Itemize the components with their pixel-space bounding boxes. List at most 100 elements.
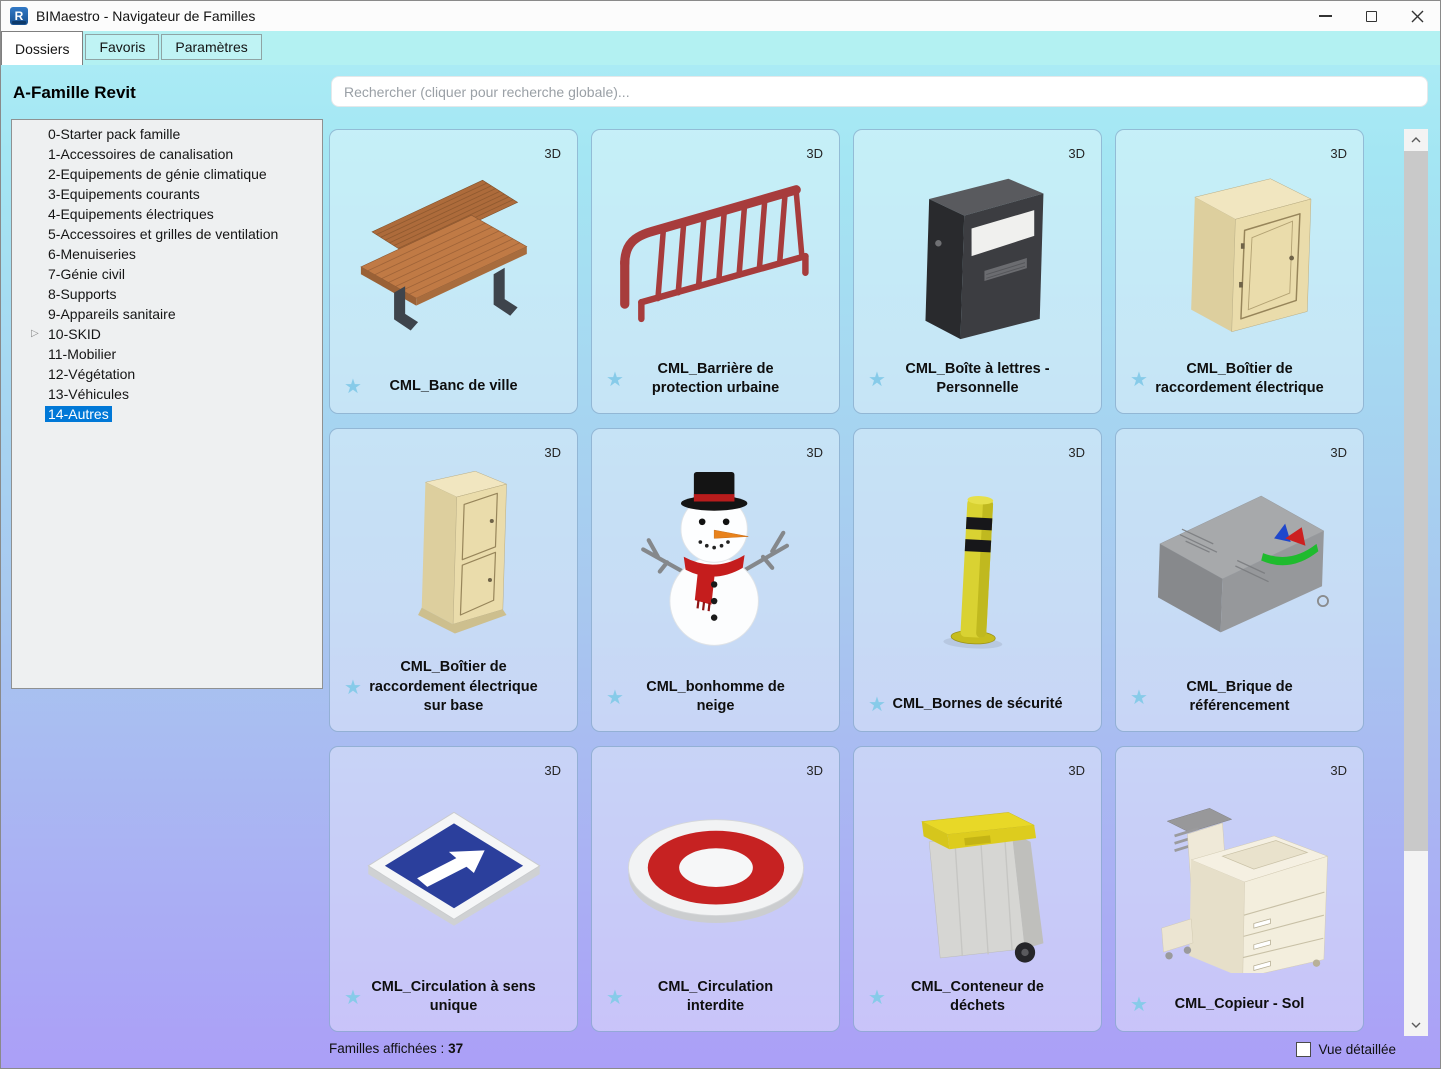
sidebar-item-equipements-courants[interactable]: 3-Equipements courants — [12, 184, 322, 204]
detail-view-checkbox[interactable] — [1296, 1042, 1311, 1057]
close-button[interactable] — [1394, 1, 1440, 31]
expand-arrow-icon[interactable]: ▷ — [31, 324, 39, 344]
favorite-star-icon[interactable]: ★ — [338, 374, 368, 399]
sidebar-item-autres[interactable]: 14-Autres — [12, 404, 322, 424]
family-card-boitier-sur-base[interactable]: 3D ★CML_Boîtier de raccordement électriq… — [329, 428, 578, 732]
family-title: CML_Boîte à lettres - Personnelle — [892, 360, 1093, 399]
3d-badge: 3D — [806, 445, 823, 460]
family-card-conteneur-dechets[interactable]: 3D ★CML_Conteneur de déchets — [853, 746, 1102, 1032]
family-card-copieur-sol[interactable]: 3D ★CML_Copieur - So — [1115, 746, 1364, 1032]
revit-app-icon: R — [10, 7, 28, 25]
favorite-star-icon[interactable]: ★ — [600, 367, 630, 392]
3d-badge: 3D — [1330, 146, 1347, 161]
3d-badge: 3D — [1330, 763, 1347, 778]
family-title: CML_Bornes de sécurité — [892, 695, 1093, 715]
family-card-bonhomme-de-neige[interactable]: 3D — [591, 428, 840, 732]
sidebar-item-genie-civil[interactable]: 7-Génie civil — [12, 264, 322, 284]
scroll-down-button[interactable] — [1404, 1014, 1428, 1036]
favorite-star-icon[interactable]: ★ — [862, 985, 892, 1010]
sidebar-item-vegetation[interactable]: 12-Végétation — [12, 364, 322, 384]
favorite-star-icon[interactable]: ★ — [338, 985, 368, 1010]
family-card-bornes-securite[interactable]: 3D ★CML_Bornes de sécurité — [853, 428, 1102, 732]
maximize-icon — [1366, 11, 1377, 22]
3d-badge: 3D — [1068, 763, 1085, 778]
sidebar-item-starter-pack[interactable]: 0-Starter pack famille — [12, 124, 322, 144]
favorite-star-icon[interactable]: ★ — [862, 692, 892, 717]
sidebar-item-skid[interactable]: ▷10-SKID — [12, 324, 322, 344]
detail-view-toggle: Vue détaillée — [1296, 1042, 1396, 1057]
favorite-star-icon[interactable]: ★ — [1124, 685, 1154, 710]
snowman-thumbnail — [610, 472, 822, 656]
families-count-label: Familles affichées : — [329, 1041, 444, 1056]
bollard-thumbnail — [872, 479, 1084, 663]
3d-badge: 3D — [806, 146, 823, 161]
mailbox-thumbnail — [872, 164, 1084, 348]
family-card-banc-de-ville[interactable]: 3D ★CML_Banc de ville — [329, 129, 578, 414]
family-title: CML_Brique de référencement — [1154, 678, 1355, 717]
3d-badge: 3D — [1068, 146, 1085, 161]
sidebar-item-menuiseries[interactable]: 6-Menuiseries — [12, 244, 322, 264]
scroll-up-button[interactable] — [1404, 129, 1428, 151]
family-title: CML_Circulation à sens unique — [368, 978, 569, 1017]
3d-badge: 3D — [806, 763, 823, 778]
sidebar-item-appareils-sanitaire[interactable]: 9-Appareils sanitaire — [12, 304, 322, 324]
favorite-star-icon[interactable]: ★ — [600, 985, 630, 1010]
families-count-status: Familles affichées : 37 — [329, 1041, 463, 1056]
barrier-thumbnail — [610, 164, 822, 348]
family-card-brique-referencement[interactable]: 3D ★CML_Brique de référencement — [1115, 428, 1364, 732]
favorite-star-icon[interactable]: ★ — [862, 367, 892, 392]
title-bar: R BIMaestro - Navigateur de Familles — [1, 1, 1440, 31]
sidebar-item-supports[interactable]: 8-Supports — [12, 284, 322, 304]
waste-container-thumbnail — [872, 781, 1084, 965]
main-content: A-Famille Revit 0-Starter pack famille 1… — [1, 65, 1440, 1068]
window-controls — [1302, 1, 1440, 31]
sidebar-item-equipements-electriques[interactable]: 4-Equipements électriques — [12, 204, 322, 224]
maximize-button[interactable] — [1348, 1, 1394, 31]
no-entry-sign-thumbnail — [610, 781, 822, 965]
family-card-circulation-sens-unique[interactable]: 3D ★CML_Circulation à sens unique — [329, 746, 578, 1032]
tab-favoris[interactable]: Favoris — [85, 34, 159, 60]
page-title: A-Famille Revit — [13, 83, 136, 103]
sidebar-item-vehicules[interactable]: 13-Véhicules — [12, 384, 322, 404]
folder-tree: 0-Starter pack famille 1-Accessoires de … — [11, 119, 323, 689]
detail-view-label: Vue détaillée — [1318, 1042, 1396, 1057]
chevron-down-icon — [1411, 1022, 1421, 1028]
family-title: CML_bonhomme de neige — [630, 678, 831, 717]
3d-badge: 3D — [1068, 445, 1085, 460]
families-count-value: 37 — [448, 1041, 463, 1056]
minimize-icon — [1319, 15, 1332, 17]
favorite-star-icon[interactable]: ★ — [600, 685, 630, 710]
favorite-star-icon[interactable]: ★ — [1124, 992, 1154, 1017]
family-card-circulation-interdite[interactable]: 3D ★CML_Circulation interdite — [591, 746, 840, 1032]
tab-parametres[interactable]: Paramètres — [161, 34, 261, 60]
sidebar-item-grilles-ventilation[interactable]: 5-Accessoires et grilles de ventilation — [12, 224, 322, 244]
vertical-scrollbar[interactable] — [1404, 129, 1428, 1036]
close-icon — [1411, 10, 1424, 23]
favorite-star-icon[interactable]: ★ — [1124, 367, 1154, 392]
family-title: CML_Boîtier de raccordement électrique — [1154, 360, 1355, 399]
scrollbar-thumb[interactable] — [1404, 151, 1428, 851]
chevron-up-icon — [1411, 137, 1421, 143]
minimize-button[interactable] — [1302, 1, 1348, 31]
family-card-grid: 3D ★CML_Banc de ville 3D — [329, 129, 1364, 1032]
family-card-boite-a-lettres[interactable]: 3D ★CML_Boîte à lettres - Personnelle — [853, 129, 1102, 414]
3d-badge: 3D — [1330, 445, 1347, 460]
reference-brick-thumbnail — [1134, 472, 1346, 656]
family-card-barriere-protection[interactable]: 3D ★CML_Barrière de protection urbaine — [591, 129, 840, 414]
favorite-star-icon[interactable]: ★ — [338, 675, 368, 700]
family-title: CML_Circulation interdite — [630, 978, 831, 1017]
3d-badge: 3D — [544, 445, 561, 460]
family-title: CML_Banc de ville — [368, 377, 569, 397]
sidebar-item-accessoires-canalisation[interactable]: 1-Accessoires de canalisation — [12, 144, 322, 164]
window-title: BIMaestro - Navigateur de Familles — [36, 8, 255, 24]
copier-thumbnail — [1134, 788, 1346, 972]
family-card-boitier-raccordement[interactable]: 3D ★CML_Boîtier de raccordement électriq… — [1115, 129, 1364, 414]
search-input[interactable] — [331, 76, 1428, 107]
sidebar-item-genie-climatique[interactable]: 2-Equipements de génie climatique — [12, 164, 322, 184]
3d-badge: 3D — [544, 763, 561, 778]
sidebar-item-mobilier[interactable]: 11-Mobilier — [12, 344, 322, 364]
tab-dossiers[interactable]: Dossiers — [1, 31, 83, 65]
app-window: R BIMaestro - Navigateur de Familles Dos… — [0, 0, 1441, 1069]
family-title: CML_Barrière de protection urbaine — [630, 360, 831, 399]
one-way-sign-thumbnail — [348, 781, 560, 965]
